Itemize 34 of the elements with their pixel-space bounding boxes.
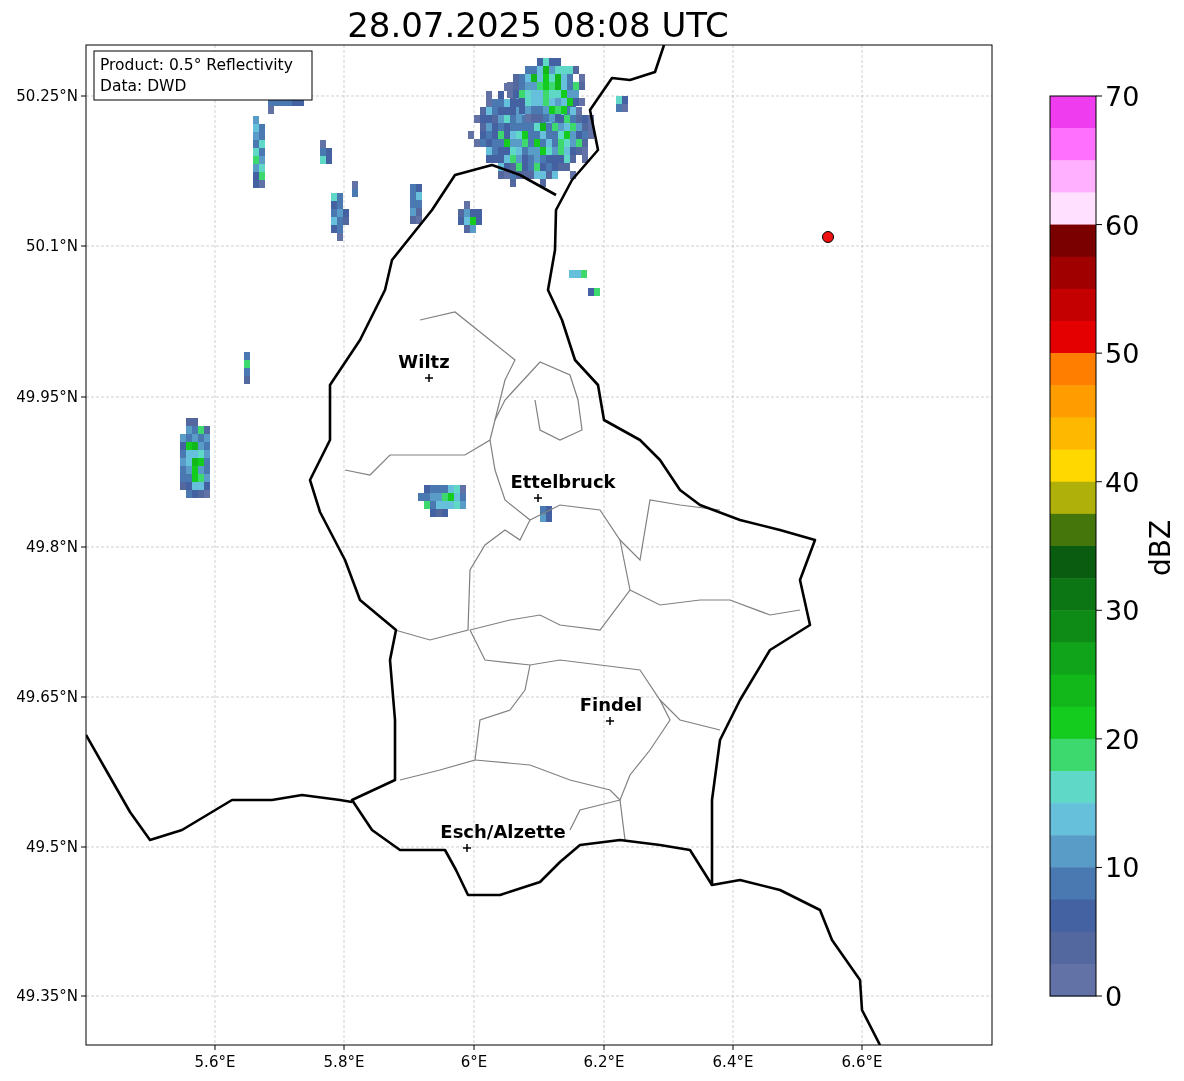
axis-tick-label: 6.6°E xyxy=(841,1053,883,1071)
axis-tick-label: 50.25°N xyxy=(16,87,78,105)
colorbar-tick-label: 30 xyxy=(1105,595,1140,627)
plot-title: 28.07.2025 08:08 UTC xyxy=(347,5,729,45)
axis-tick-label: 50.1°N xyxy=(25,237,78,255)
colorbar-tick-label: 60 xyxy=(1105,209,1140,241)
city-marker-icon xyxy=(462,843,472,853)
colorbar-tick-label: 50 xyxy=(1105,338,1140,370)
axis-tick-label: 6°E xyxy=(460,1053,488,1071)
axis-tick-label: 49.95°N xyxy=(16,388,78,406)
info-text: Data: DWD xyxy=(100,77,187,95)
axis-tick-label: 49.65°N xyxy=(16,688,78,706)
city-marker-icon xyxy=(424,373,434,383)
city-label: Esch/Alzette xyxy=(440,821,566,842)
axis-tick-label: 6.4°E xyxy=(712,1053,754,1071)
axis-tick-label: 49.5°N xyxy=(25,838,78,856)
colorbar-tick-label: 0 xyxy=(1105,981,1123,1012)
info-text: Product: 0.5° Reflectivity xyxy=(100,56,293,74)
colorbar-tick-label: 10 xyxy=(1105,852,1140,884)
colorbar-tick-label: 20 xyxy=(1105,723,1140,755)
axis-tick-label: 5.6°E xyxy=(194,1053,236,1071)
city-label: Wiltz xyxy=(398,351,450,372)
colorbar-label: dBZ xyxy=(1144,519,1177,577)
location-dot xyxy=(822,231,834,243)
axis-tick-label: 5.8°E xyxy=(323,1053,365,1071)
axis-tick-label: 49.35°N xyxy=(16,987,78,1005)
axis-tick-label: 6.2°E xyxy=(583,1053,625,1071)
axis-tick-label: 49.8°N xyxy=(25,538,78,556)
city-label: Ettelbruck xyxy=(510,471,616,492)
city-marker-icon xyxy=(533,493,543,503)
colorbar-tick-label: 40 xyxy=(1105,466,1140,498)
city-label: Findel xyxy=(579,694,643,715)
colorbar-tick-label: 70 xyxy=(1105,81,1140,112)
city-marker-icon xyxy=(605,716,615,726)
